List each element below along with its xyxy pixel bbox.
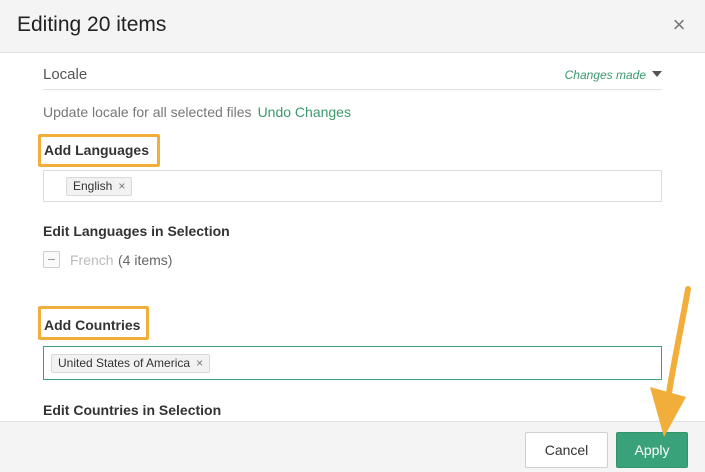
apply-button[interactable]: Apply <box>616 432 688 468</box>
cancel-button[interactable]: Cancel <box>525 432 608 468</box>
dialog-header: Editing 20 items × <box>0 0 705 53</box>
countries-tag-input[interactable]: United States of America × <box>43 346 662 380</box>
update-locale-row: Update locale for all selected files Undo… <box>43 104 351 120</box>
locale-label: Locale <box>43 66 88 83</box>
changes-made-label: Changes made <box>564 68 646 82</box>
caret-down-icon <box>652 71 662 77</box>
locale-row: Locale Changes made <box>43 58 662 90</box>
language-tag: English × <box>66 177 133 196</box>
partial-checkbox[interactable] <box>43 251 60 268</box>
undo-changes-link[interactable]: Undo Changes <box>258 104 351 120</box>
edit-countries-heading: Edit Countries in Selection <box>43 402 222 418</box>
edit-items-dialog: Editing 20 items × Locale Changes made U… <box>0 0 705 472</box>
add-languages-heading: Add Languages <box>44 142 150 158</box>
language-count: (4 items) <box>118 252 173 268</box>
add-countries-heading: Add Countries <box>44 317 141 333</box>
languages-tag-input[interactable]: English × <box>43 170 662 202</box>
dialog-title: Editing 20 items <box>17 13 167 36</box>
changes-made-dropdown[interactable]: Changes made <box>565 68 662 82</box>
remove-tag-icon[interactable]: × <box>196 356 203 370</box>
close-icon[interactable]: × <box>669 14 689 36</box>
dialog-footer: Cancel Apply <box>0 421 705 472</box>
country-tag: United States of America × <box>51 354 211 373</box>
dialog-body: Locale Changes made Update locale for al… <box>0 53 705 421</box>
country-tag-label: United States of America <box>58 356 191 370</box>
edit-languages-heading: Edit Languages in Selection <box>43 223 230 239</box>
remove-tag-icon[interactable]: × <box>118 179 125 193</box>
language-name: French <box>70 252 114 268</box>
update-locale-text: Update locale for all selected files <box>43 104 252 120</box>
language-tag-label: English <box>73 179 113 193</box>
